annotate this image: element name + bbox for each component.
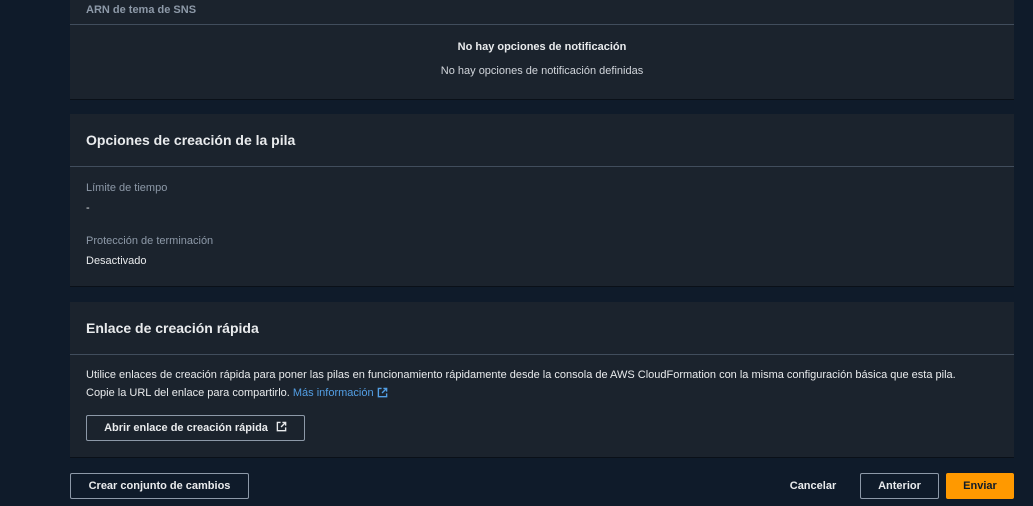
submit-button[interactable]: Enviar: [946, 473, 1014, 499]
notifications-table-header: ARN de tema de SNS: [70, 0, 1014, 25]
termination-protection-field: Protección de terminación Desactivado: [86, 215, 998, 268]
more-info-label: Más información: [292, 387, 374, 399]
empty-state-description: No hay opciones de notificación definida…: [440, 65, 644, 77]
notifications-empty-state: No hay opciones de notificación No hay o…: [70, 25, 1014, 78]
review-page: ARN de tema de SNS No hay opciones de no…: [0, 0, 1033, 506]
panel-body: Utilice enlaces de creación rápida para …: [70, 355, 1014, 404]
external-link-icon: [276, 421, 287, 435]
panel-body: Límite de tiempo - Protección de termina…: [70, 167, 1014, 268]
previous-button[interactable]: Anterior: [860, 473, 939, 499]
notification-options-panel: ARN de tema de SNS No hay opciones de no…: [70, 0, 1014, 100]
open-quick-create-link-label: Abrir enlace de creación rápida: [104, 422, 268, 434]
quick-create-share-hint: Copie la URL del enlace para compartirlo…: [86, 384, 998, 404]
panel-title: Opciones de creación de la pila: [86, 132, 296, 148]
empty-state-title: No hay opciones de notificación: [457, 41, 627, 53]
panel-title: Enlace de creación rápida: [86, 320, 259, 336]
panel-header: Opciones de creación de la pila: [70, 114, 1014, 167]
create-change-set-button[interactable]: Crear conjunto de cambios: [70, 473, 249, 499]
timeout-field: Límite de tiempo -: [86, 167, 998, 215]
external-link-icon: [377, 386, 388, 404]
timeout-value: -: [86, 202, 90, 214]
termination-protection-label: Protección de terminación: [86, 235, 214, 247]
stack-creation-options-panel: Opciones de creación de la pila Límite d…: [70, 114, 1014, 287]
sns-topic-arn-column-header: ARN de tema de SNS: [86, 4, 197, 16]
quick-create-link-panel: Enlace de creación rápida Utilice enlace…: [70, 302, 1014, 458]
open-quick-create-link-button[interactable]: Abrir enlace de creación rápida: [86, 415, 305, 441]
termination-protection-value: Desactivado: [86, 255, 147, 267]
cancel-button[interactable]: Cancelar: [782, 473, 844, 499]
panel-header: Enlace de creación rápida: [70, 302, 1014, 355]
quick-create-description: Utilice enlaces de creación rápida para …: [86, 369, 956, 381]
share-hint-text: Copie la URL del enlace para compartirlo…: [86, 387, 290, 399]
timeout-label: Límite de tiempo: [86, 182, 168, 194]
more-info-link[interactable]: Más información: [293, 387, 388, 399]
